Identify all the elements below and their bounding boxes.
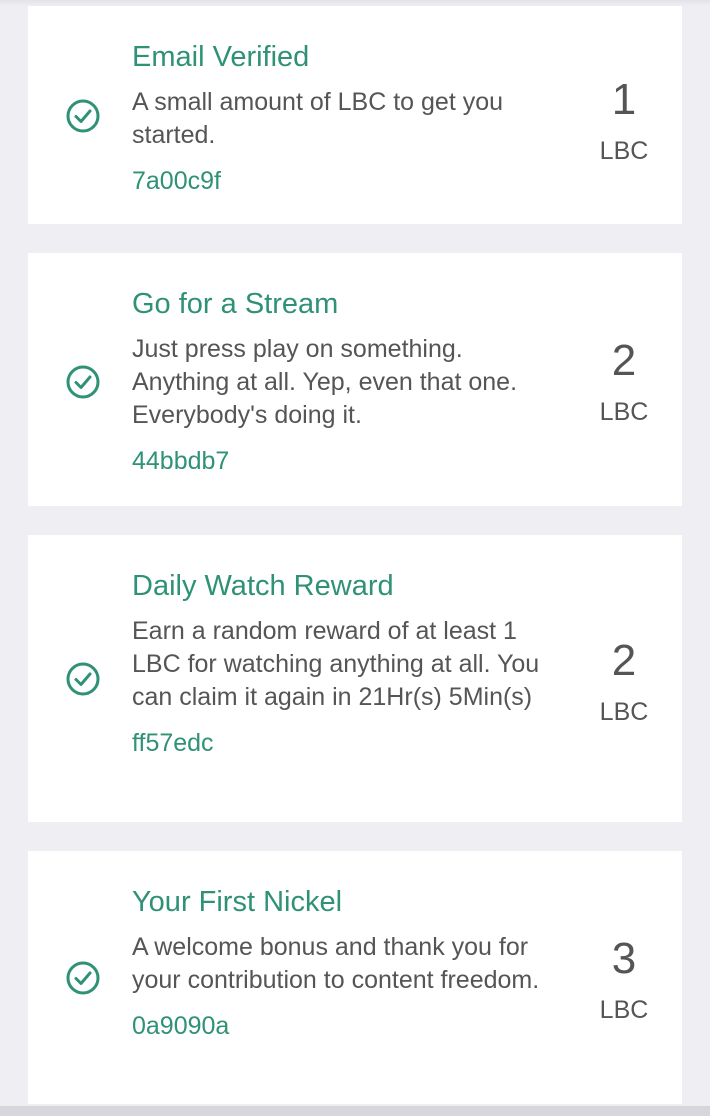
reward-description: Earn a random reward of at least 1 LBC f… <box>132 617 540 711</box>
reward-description: Just press play on something. Anything a… <box>132 335 518 429</box>
reward-amount: 2 <box>611 636 637 685</box>
reward-card-go-for-a-stream[interactable]: Go for a Stream Just press play on somet… <box>28 253 682 506</box>
reward-card-daily-watch-reward[interactable]: Daily Watch Reward Earn a random reward … <box>28 535 682 822</box>
check-circle-icon <box>65 364 101 400</box>
bottom-edge <box>0 1106 710 1116</box>
transaction-id-link[interactable]: 0a9090a <box>132 1011 562 1041</box>
reward-amount: 2 <box>611 336 637 385</box>
reward-description: A welcome bonus and thank you for your c… <box>132 933 540 994</box>
reward-unit: LBC <box>599 398 649 426</box>
transaction-id-link[interactable]: ff57edc <box>132 728 562 758</box>
check-circle-icon <box>65 661 101 697</box>
reward-title: Daily Watch Reward <box>132 570 394 602</box>
reward-description: A small amount of LBC to get you started… <box>132 88 504 149</box>
reward-amount-block: 1 LBC <box>584 76 664 166</box>
transaction-id-link[interactable]: 7a00c9f <box>132 166 562 196</box>
reward-card-email-verified[interactable]: Email Verified A small amount of LBC to … <box>28 6 682 224</box>
reward-card-your-first-nickel[interactable]: Your First Nickel A welcome bonus and th… <box>28 851 682 1104</box>
reward-title: Go for a Stream <box>132 288 339 320</box>
reward-unit: LBC <box>599 996 649 1024</box>
reward-amount: 1 <box>611 75 637 124</box>
check-circle-icon <box>65 960 101 996</box>
reward-title: Your First Nickel <box>132 886 343 918</box>
transaction-id-link[interactable]: 44bbdb7 <box>132 446 562 476</box>
check-circle-icon <box>65 98 101 134</box>
reward-amount-block: 2 LBC <box>584 337 664 427</box>
reward-unit: LBC <box>599 698 649 726</box>
reward-amount: 3 <box>611 934 637 983</box>
reward-amount-block: 2 LBC <box>584 637 664 727</box>
reward-amount-block: 3 LBC <box>584 935 664 1025</box>
reward-unit: LBC <box>599 137 649 165</box>
reward-title: Email Verified <box>132 41 310 73</box>
